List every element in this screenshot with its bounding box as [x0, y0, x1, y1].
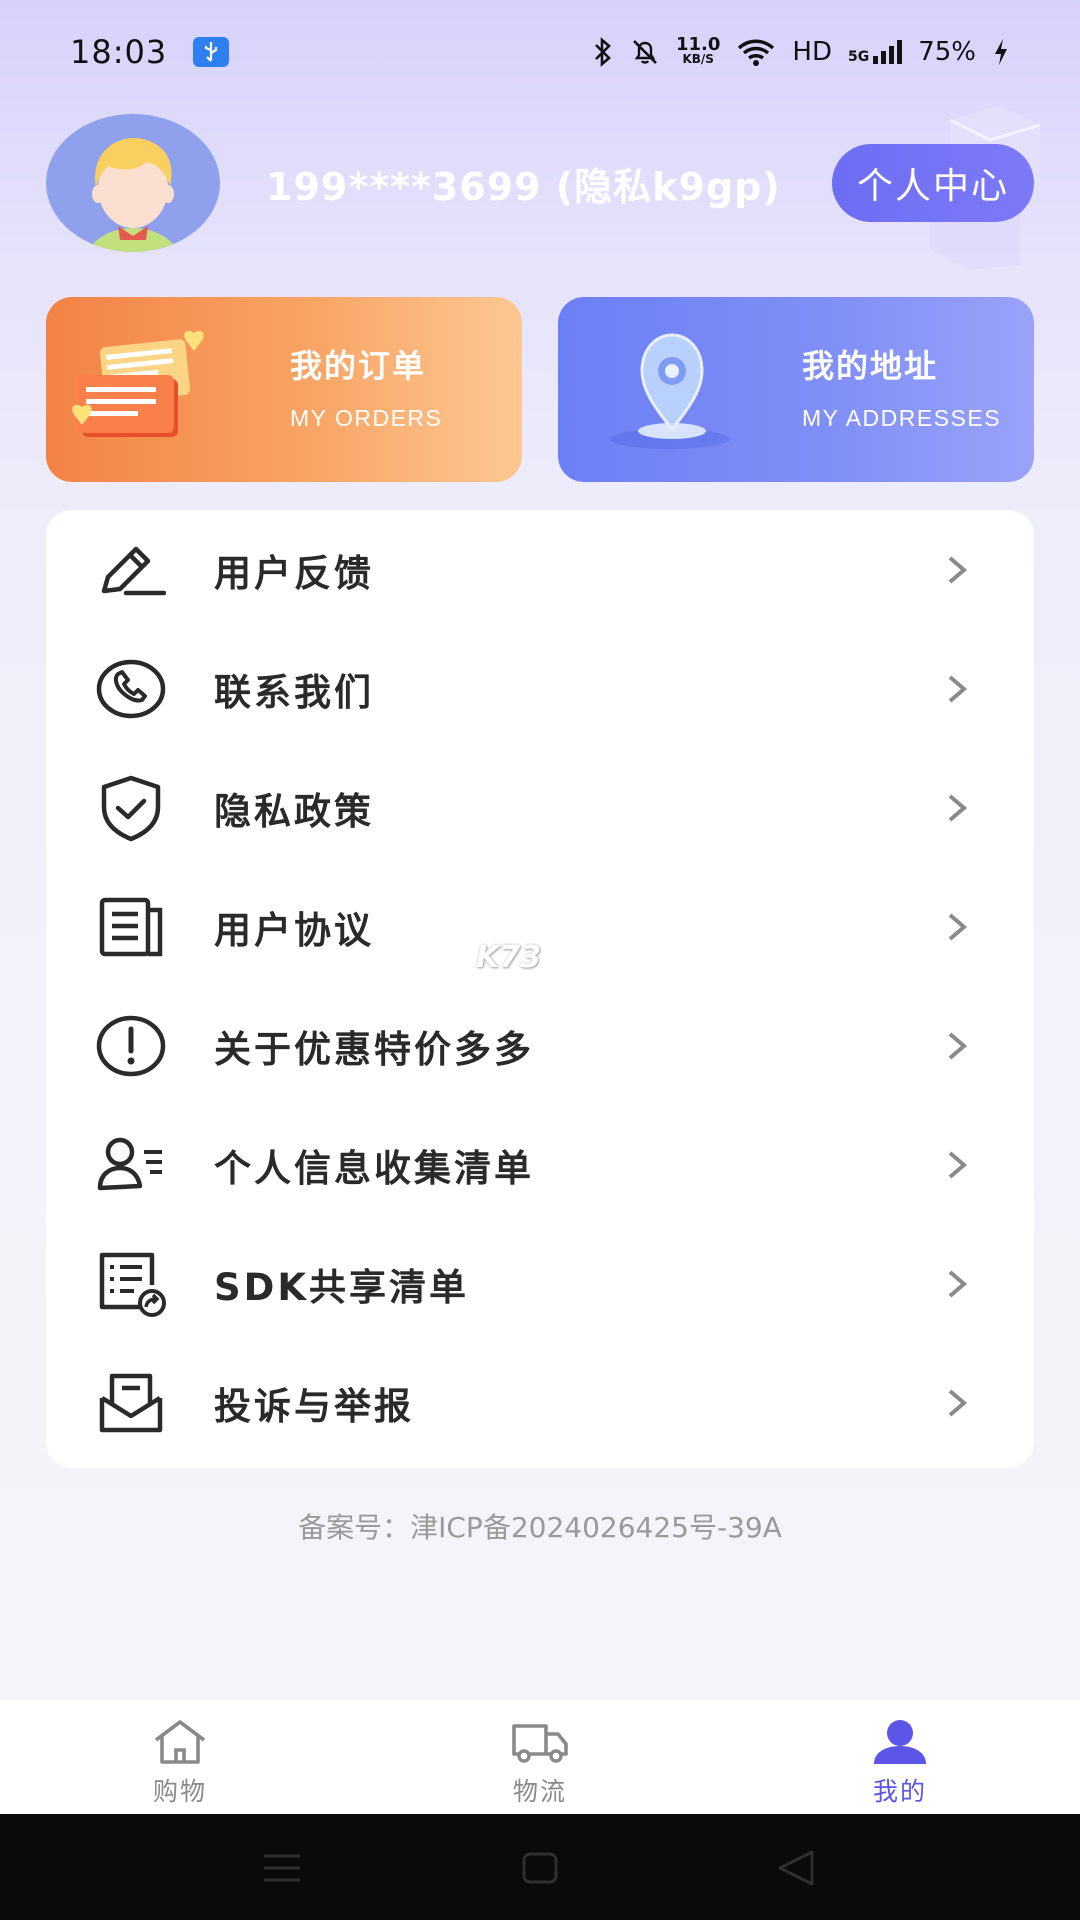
status-time: 18:03 — [70, 33, 168, 71]
personal-center-button[interactable]: 个人中心 — [832, 144, 1034, 222]
net-speed-unit: KB/S — [682, 52, 714, 66]
orders-subtitle: MY ORDERS — [290, 405, 443, 431]
signal-icon — [873, 40, 903, 64]
menu-label: 投诉与举报 — [214, 1384, 414, 1428]
menu-icon[interactable] — [262, 1852, 302, 1884]
shield-check-icon — [101, 775, 161, 841]
watermark-logo: K73 — [476, 940, 606, 980]
menu-label: 联系我们 — [214, 670, 374, 714]
chevron-right-icon — [948, 674, 968, 703]
phone-icon — [96, 659, 166, 718]
tab-label: 购物 — [152, 1777, 207, 1806]
document-icon — [99, 897, 163, 956]
net-speed: 11.0 KB/S — [675, 34, 721, 67]
status-bar: 18:03 11.0 KB/S HD 5G 75% — [0, 0, 1080, 104]
orders-icon — [72, 330, 204, 437]
tab-label: 我的 — [872, 1777, 927, 1806]
menu-item-complaint[interactable]: 投诉与举报 — [46, 1343, 1034, 1462]
share-list-icon — [99, 1252, 166, 1317]
tab-label: 物流 — [512, 1777, 567, 1806]
avatar[interactable] — [46, 114, 220, 252]
bottom-tab-bar: 购物 物流 我的 — [0, 1700, 1080, 1814]
wifi-icon — [738, 39, 775, 66]
menu-label: 个人信息收集清单 — [214, 1146, 534, 1190]
mail-icon — [99, 1373, 163, 1432]
user-icon — [874, 1720, 926, 1764]
bluetooth-icon — [595, 37, 611, 67]
menu-list: 用户反馈 联系我们 隐私政策 用户协议 关于优惠特价多多 个人信息收集清单 SD… — [46, 510, 1034, 1468]
chevron-right-icon — [948, 912, 968, 941]
network-type: 5G — [847, 49, 870, 65]
addresses-title: 我的地址 — [802, 347, 939, 385]
menu-label: 用户反馈 — [214, 551, 374, 595]
menu-label: SDK共享清单 — [214, 1265, 470, 1309]
home-button-icon[interactable] — [520, 1850, 560, 1886]
watermark-text: K73 — [476, 940, 541, 975]
chevron-right-icon — [948, 1031, 968, 1060]
tab-shopping[interactable]: 购物 — [80, 1700, 280, 1814]
net-speed-value: 11.0 — [675, 34, 721, 55]
location-pin-icon — [610, 333, 730, 449]
hd-label: HD — [792, 37, 832, 67]
back-icon[interactable] — [774, 1848, 818, 1888]
menu-label: 关于优惠特价多多 — [214, 1027, 534, 1071]
usb-icon — [193, 37, 230, 67]
tab-mine[interactable]: 我的 — [800, 1700, 1000, 1814]
menu-item-contact[interactable]: 联系我们 — [46, 629, 1034, 748]
system-navigation-bar — [0, 1814, 1080, 1920]
chevron-right-icon — [948, 555, 968, 584]
chevron-right-icon — [948, 793, 968, 822]
mute-bell-icon — [633, 40, 657, 64]
menu-label: 用户协议 — [214, 908, 374, 952]
user-list-icon — [97, 1137, 162, 1190]
battery-percent: 75% — [918, 37, 976, 67]
home-icon — [154, 1720, 206, 1764]
icp-record: 备案号：津ICP备2024026425号-39A — [298, 1511, 782, 1544]
user-name: 199****3699 (隐私k9gp) — [266, 165, 781, 209]
menu-item-sdk[interactable]: SDK共享清单 — [46, 1224, 1034, 1343]
addresses-subtitle: MY ADDRESSES — [802, 405, 1002, 431]
orders-title: 我的订单 — [290, 347, 427, 385]
tab-logistics[interactable]: 物流 — [440, 1700, 640, 1814]
truck-icon — [512, 1724, 568, 1763]
menu-item-feedback[interactable]: 用户反馈 — [46, 510, 1034, 629]
charging-icon — [995, 39, 1007, 65]
my-addresses-card[interactable]: 我的地址 MY ADDRESSES — [558, 297, 1034, 482]
chevron-right-icon — [948, 1150, 968, 1179]
my-orders-card[interactable]: 我的订单 MY ORDERS — [46, 297, 522, 482]
chevron-right-icon — [948, 1388, 968, 1417]
menu-item-about[interactable]: 关于优惠特价多多 — [46, 986, 1034, 1105]
menu-item-privacy[interactable]: 隐私政策 — [46, 748, 1034, 867]
chevron-right-icon — [948, 1269, 968, 1298]
menu-item-personal-info[interactable]: 个人信息收集清单 — [46, 1105, 1034, 1224]
edit-icon — [101, 546, 166, 595]
menu-label: 隐私政策 — [214, 789, 374, 833]
info-circle-icon — [96, 1015, 166, 1076]
